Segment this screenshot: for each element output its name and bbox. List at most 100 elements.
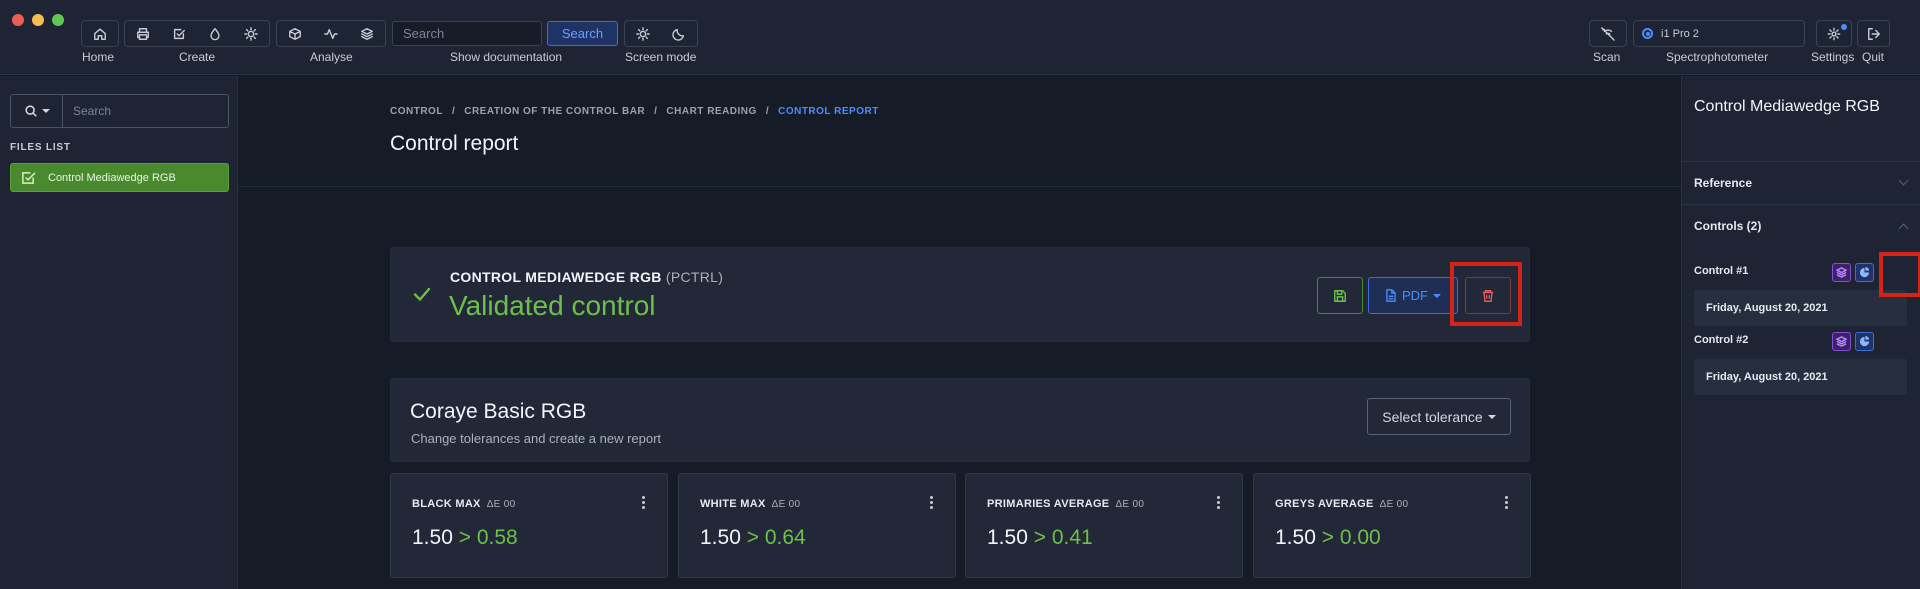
- layers-icon[interactable]: [1832, 332, 1851, 351]
- activity-icon: [324, 28, 338, 39]
- controls-label: Controls (2): [1694, 219, 1762, 233]
- home-button[interactable]: [82, 21, 118, 46]
- metric-value: 1.50 > 0.41: [987, 526, 1093, 550]
- breadcrumb-separator: /: [765, 106, 770, 117]
- search-icon: [24, 105, 37, 117]
- metric-result: > 0.41: [1033, 526, 1093, 549]
- spectrophotometer-select[interactable]: i1 Pro 2: [1633, 20, 1805, 47]
- metric-unit: ΔE 00: [1115, 499, 1145, 510]
- file-icon: [1386, 289, 1396, 302]
- quit-label: Quit: [1862, 50, 1885, 64]
- light-mode-button[interactable]: [625, 21, 661, 46]
- settings-icon: [1827, 27, 1841, 40]
- delete-highlight-box: [1450, 262, 1522, 326]
- file-search-input[interactable]: [63, 95, 228, 127]
- breadcrumb-control-bar[interactable]: CREATION OF THE CONTROL BAR: [464, 106, 645, 117]
- reference-section-toggle[interactable]: Reference: [1682, 161, 1920, 204]
- metric-value: 1.50 > 0.00: [1275, 526, 1381, 550]
- checkbox-icon: [173, 28, 185, 39]
- more-options-icon[interactable]: [1504, 496, 1508, 509]
- validation-status: Validated control: [449, 290, 656, 321]
- chevron-down-icon: [1433, 293, 1441, 298]
- search-filter-dropdown[interactable]: [11, 95, 63, 127]
- home-group: [81, 20, 119, 47]
- layers-button[interactable]: [349, 21, 385, 46]
- control-code: (PCTRL): [665, 269, 724, 285]
- moon-icon: [672, 28, 685, 41]
- metric-limit: 1.50: [700, 526, 741, 549]
- window-minimize-button[interactable]: [32, 14, 44, 26]
- save-icon: [1334, 289, 1346, 302]
- metric-card-primaries-average: PRIMARIES AVERAGE ΔE 00 1.50 > 0.41: [965, 473, 1243, 578]
- file-search: [10, 94, 229, 128]
- show-documentation-label: Show documentation: [450, 50, 563, 64]
- home-label: Home: [82, 50, 115, 64]
- control-name-text: CONTROL MEDIAWEDGE RGB: [450, 269, 662, 285]
- file-item-label: Control Mediawedge RGB: [48, 171, 176, 184]
- sun-icon: [244, 26, 258, 41]
- window-maximize-button[interactable]: [52, 14, 64, 26]
- metric-label: PRIMARIES AVERAGE ΔE 00: [987, 498, 1144, 510]
- checkbox-button[interactable]: [161, 21, 197, 46]
- more-options-icon[interactable]: [1216, 496, 1220, 509]
- sun-icon: [636, 26, 650, 41]
- create-group: [124, 20, 270, 47]
- scan-label: Scan: [1593, 50, 1621, 64]
- select-tolerance-dropdown[interactable]: Select tolerance: [1367, 398, 1511, 435]
- metric-label-text: GREYS AVERAGE: [1275, 498, 1374, 510]
- chevron-down-icon: [41, 109, 50, 113]
- drop-button[interactable]: [197, 21, 233, 46]
- metric-result: > 0.64: [746, 526, 806, 549]
- more-options-icon[interactable]: [929, 496, 933, 509]
- documentation-search-button[interactable]: Search: [547, 21, 618, 46]
- breadcrumb: CONTROL / CREATION OF THE CONTROL BAR / …: [390, 106, 879, 117]
- more-options-icon[interactable]: [641, 496, 645, 509]
- scan-button[interactable]: [1590, 21, 1626, 46]
- dark-mode-button[interactable]: [661, 21, 697, 46]
- metric-value: 1.50 > 0.58: [412, 526, 518, 550]
- breadcrumb-control[interactable]: CONTROL: [390, 106, 443, 117]
- settings-button[interactable]: [1817, 21, 1851, 46]
- metric-result: > 0.00: [1321, 526, 1381, 549]
- pdf-export-button[interactable]: PDF: [1368, 277, 1458, 314]
- control-item-date[interactable]: Friday, August 20, 2021: [1694, 359, 1907, 395]
- save-button[interactable]: [1317, 277, 1363, 314]
- chart-icon[interactable]: [1855, 332, 1874, 351]
- analyse-label: Analyse: [310, 50, 353, 64]
- print-icon: [137, 27, 149, 40]
- create-label: Create: [179, 50, 216, 64]
- control-item-date[interactable]: Friday, August 20, 2021: [1694, 290, 1907, 326]
- control-status-card: CONTROL MEDIAWEDGE RGB (PCTRL) Validated…: [390, 247, 1530, 342]
- control-item-label: Control #2: [1694, 334, 1749, 346]
- controls-section-toggle[interactable]: Controls (2): [1682, 204, 1920, 247]
- print-button[interactable]: [125, 21, 161, 46]
- device-status-icon: [1642, 28, 1653, 39]
- control-item-label: Control #1: [1694, 265, 1749, 277]
- chart-icon[interactable]: [1855, 263, 1874, 282]
- layers-icon[interactable]: [1832, 263, 1851, 282]
- spectrophotometer-label: Spectrophotometer: [1666, 50, 1769, 64]
- scan-off-icon: [1601, 26, 1615, 41]
- quit-button[interactable]: [1858, 21, 1889, 46]
- files-list-title: FILES LIST: [10, 142, 71, 153]
- documentation-search-input[interactable]: [392, 21, 542, 46]
- scan-group: [1589, 20, 1627, 47]
- window-close-button[interactable]: [12, 14, 24, 26]
- cube-button[interactable]: [277, 21, 313, 46]
- metric-label-text: BLACK MAX: [412, 498, 481, 510]
- tolerance-subtitle: Change tolerances and create a new repor…: [411, 431, 662, 446]
- metric-unit: ΔE 00: [486, 499, 516, 510]
- metric-card-white-max: WHITE MAX ΔE 00 1.50 > 0.64: [678, 473, 956, 578]
- activity-button[interactable]: [313, 21, 349, 46]
- sun-button[interactable]: [233, 21, 269, 46]
- breadcrumb-control-report: CONTROL REPORT: [778, 106, 879, 117]
- metric-card-black-max: BLACK MAX ΔE 00 1.50 > 0.58: [390, 473, 668, 578]
- cube-icon: [289, 27, 301, 40]
- tolerance-title: Coraye Basic RGB: [410, 400, 587, 423]
- metric-card-greys-average: GREYS AVERAGE ΔE 00 1.50 > 0.00: [1253, 473, 1531, 578]
- file-list-item[interactable]: Control Mediawedge RGB: [10, 163, 229, 192]
- metric-unit: ΔE 00: [1379, 499, 1409, 510]
- breadcrumb-chart-reading[interactable]: CHART READING: [666, 106, 756, 117]
- breadcrumb-separator: /: [451, 106, 456, 117]
- breadcrumb-separator: /: [654, 106, 658, 117]
